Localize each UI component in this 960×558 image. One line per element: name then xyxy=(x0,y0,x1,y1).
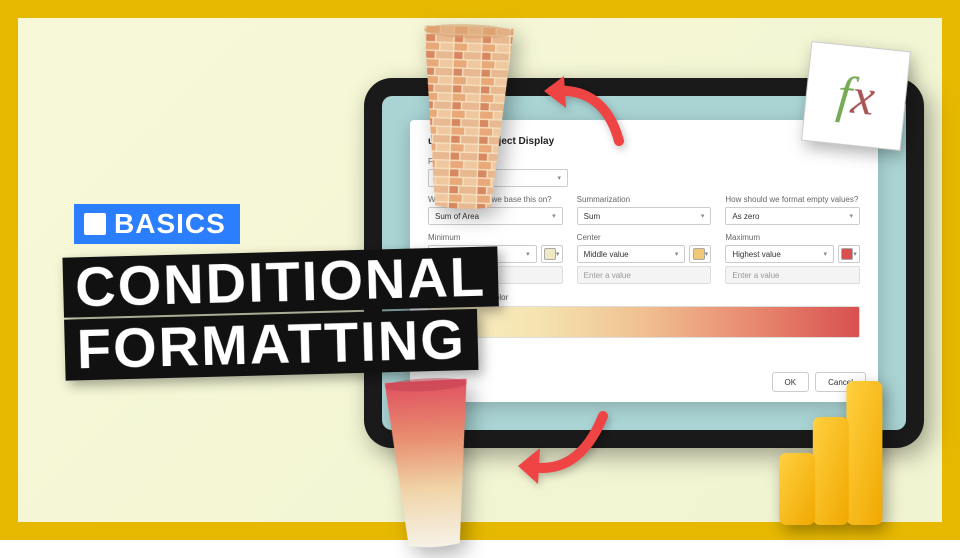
maximum-value: Highest value xyxy=(732,250,780,259)
chevron-down-icon: ▾ xyxy=(557,174,561,182)
outer-frame: undefined - Object Display ✕ Format styl… xyxy=(0,0,960,540)
chevron-down-icon: ▾ xyxy=(850,212,854,220)
maximum-label: Maximum xyxy=(725,233,860,242)
chevron-down-icon: ▾ xyxy=(705,250,709,258)
field-value: Sum of Area xyxy=(435,212,479,221)
empty-select[interactable]: As zero ▾ xyxy=(725,207,860,225)
placeholder-text: Enter a value xyxy=(732,271,779,280)
max-color-select[interactable]: ▾ xyxy=(838,245,860,263)
chevron-down-icon: ▾ xyxy=(824,250,828,258)
maximum-select[interactable]: Highest value ▾ xyxy=(725,245,834,263)
max-swatch-icon xyxy=(841,248,853,260)
title-block: CONDITIONAL FORMATTING xyxy=(62,246,500,382)
chevron-down-icon: ▾ xyxy=(556,250,560,258)
powerbi-logo-icon xyxy=(772,378,892,528)
fx-x: x xyxy=(849,66,878,127)
title-line1: CONDITIONAL xyxy=(62,246,498,318)
cup-treemap-icon xyxy=(393,22,539,215)
min-color-select[interactable]: ▾ xyxy=(541,245,563,263)
chevron-down-icon: ▾ xyxy=(701,212,705,220)
badge-label: BASICS xyxy=(114,208,226,240)
summarization-label: Summarization xyxy=(577,195,712,204)
chevron-down-icon: ▾ xyxy=(853,250,857,258)
arrow-bottom-icon xyxy=(508,408,618,498)
mid-color-select[interactable]: ▾ xyxy=(689,245,711,263)
fx-tile-icon: fx xyxy=(801,41,911,151)
min-swatch-icon xyxy=(544,248,556,260)
empty-label: How should we format empty values? xyxy=(725,195,860,204)
chevron-down-icon: ▾ xyxy=(675,250,679,258)
chevron-down-icon: ▾ xyxy=(526,250,530,258)
center-value: Middle value xyxy=(584,250,629,259)
center-value-input[interactable]: Enter a value xyxy=(577,266,712,284)
title-line2: FORMATTING xyxy=(64,309,479,380)
cup-gradient-icon xyxy=(362,375,499,553)
empty-value: As zero xyxy=(732,212,759,221)
mid-swatch-icon xyxy=(693,248,705,260)
center-label: Center xyxy=(577,233,712,242)
placeholder-text: Enter a value xyxy=(584,271,631,280)
basics-badge: BASICS xyxy=(74,204,240,244)
summarization-value: Sum xyxy=(584,212,600,221)
summarization-select[interactable]: Sum ▾ xyxy=(577,207,712,225)
thumbnail-canvas: undefined - Object Display ✕ Format styl… xyxy=(0,0,960,540)
center-select[interactable]: Middle value ▾ xyxy=(577,245,686,263)
max-value-input[interactable]: Enter a value xyxy=(725,266,860,284)
chevron-down-icon: ▾ xyxy=(552,212,556,220)
cube-icon xyxy=(84,213,106,235)
minimum-label: Minimum xyxy=(428,233,563,242)
arrow-top-icon xyxy=(534,66,634,156)
